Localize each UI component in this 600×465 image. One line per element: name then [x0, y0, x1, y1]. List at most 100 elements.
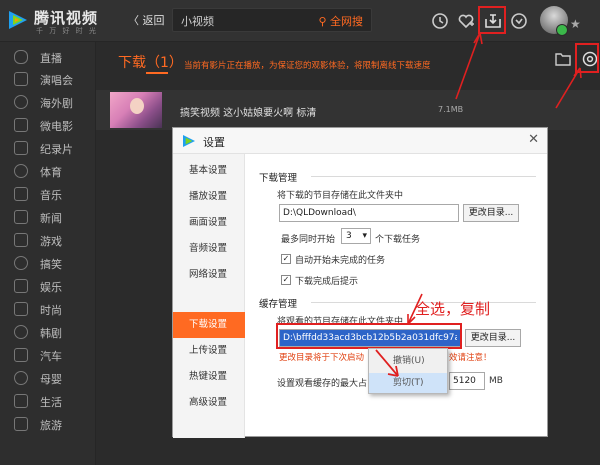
news-icon: [14, 210, 28, 224]
app-logo[interactable]: 腾讯视频 千 万 好 时 光: [6, 6, 98, 36]
sidebar-item-label: 游戏: [40, 235, 62, 248]
download-section-title: 下载管理: [259, 173, 298, 184]
sidebar-item-label: 韩剧: [40, 327, 62, 340]
tab-download[interactable]: 下载设置: [173, 312, 245, 338]
sidebar-item-concert[interactable]: 演唱会: [0, 68, 96, 90]
car-icon: [14, 348, 28, 362]
search-button[interactable]: ⚲ 全网搜: [318, 13, 363, 29]
settings-nav: 基本设置 播放设置 画面设置 音频设置 网络设置 下载设置 上传设置 热键设置 …: [173, 154, 245, 438]
cache-warning-right: 效请注意！: [449, 353, 492, 363]
sidebar-item-label: 母婴: [40, 373, 62, 386]
sidebar-item-games[interactable]: 游戏: [0, 229, 96, 251]
sidebar-item-sports[interactable]: 体育: [0, 160, 96, 182]
tab-hotkeys[interactable]: 热键设置: [173, 364, 245, 390]
sidebar-item-funny[interactable]: 搞笑: [0, 252, 96, 274]
download-item-name: 搞笑视频 这小姑娘要火啊 标清: [180, 108, 317, 119]
korea-icon: [14, 325, 28, 339]
download-item-row[interactable]: 搞笑视频 这小姑娘要火啊 标清 7.1MB: [96, 90, 600, 130]
top-bar: 腾讯视频 千 万 好 时 光 〈 返回 ⚲ 全网搜 ★: [0, 0, 600, 42]
globe-icon: [14, 95, 28, 109]
tencent-video-logo-icon: [183, 135, 195, 147]
auto-start-checkbox[interactable]: ✓: [281, 254, 291, 264]
download-notice: 当前有影片正在播放，为保证您的观影体验，将限制离线下载速度: [184, 61, 431, 71]
annotation-arrow-settings: [555, 67, 582, 109]
check-icon[interactable]: [509, 11, 529, 31]
download-folder-label: 将下载的节目存储在此文件夹中: [277, 191, 404, 201]
concurrent-prefix-label: 最多同时开始: [281, 235, 336, 245]
sidebar-item-label: 音乐: [40, 189, 62, 202]
sidebar-item-label: 旅游: [40, 419, 62, 432]
cache-max-label: 设置观看缓存的最大占: [277, 379, 368, 389]
sidebar-item-label: 汽车: [40, 350, 62, 363]
sidebar-item-documentary[interactable]: 纪录片: [0, 137, 96, 159]
search-button-label: 全网搜: [330, 15, 363, 28]
cache-warning-left: 更改目录将于下次启动: [279, 353, 365, 363]
sidebar-item-fashion[interactable]: 时尚: [0, 298, 96, 320]
baby-icon: [14, 371, 28, 385]
download-title: 下载（1）: [118, 55, 183, 71]
sidebar-item-label: 演唱会: [40, 74, 73, 87]
dialog-header: 设置 ✕: [173, 128, 547, 154]
sidebar-item-label: 微电影: [40, 120, 73, 133]
tab-playback[interactable]: 播放设置: [173, 184, 245, 210]
sidebar-item-micro-film[interactable]: 微电影: [0, 114, 96, 136]
search-box: ⚲ 全网搜: [172, 8, 372, 32]
tab-advanced[interactable]: 高级设置: [173, 390, 245, 416]
sidebar-item-label: 搞笑: [40, 258, 62, 271]
sidebar-item-korean-drama[interactable]: 韩剧: [0, 321, 96, 343]
search-input[interactable]: [181, 13, 301, 29]
tencent-video-logo-icon: [9, 11, 27, 29]
sidebar-item-overseas[interactable]: 海外剧: [0, 91, 96, 113]
logo-text: 腾讯视频: [34, 9, 99, 27]
wechat-icon: [556, 24, 568, 36]
section-divider: [311, 176, 536, 177]
concurrent-tasks-select[interactable]: 3 ▾: [341, 228, 371, 244]
sidebar-item-life[interactable]: 生活: [0, 390, 96, 412]
history-icon[interactable]: [430, 11, 450, 31]
sidebar-item-entertainment[interactable]: 娱乐: [0, 275, 96, 297]
title-underline: [146, 72, 168, 74]
category-sidebar: 直播 演唱会 海外剧 微电影 纪录片 体育 音乐 新闻 游戏 搞笑 娱乐 时尚 …: [0, 42, 96, 465]
star-icon[interactable]: ★: [570, 17, 581, 31]
sidebar-item-cars[interactable]: 汽车: [0, 344, 96, 366]
mic-icon: [14, 50, 28, 64]
sidebar-item-news[interactable]: 新闻: [0, 206, 96, 228]
finish-tip-label: 下载完成后提示: [295, 277, 359, 287]
sidebar-item-baby[interactable]: 母婴: [0, 367, 96, 389]
cache-max-input[interactable]: [449, 372, 485, 390]
tab-basic[interactable]: 基本设置: [173, 158, 245, 184]
music-icon: [14, 187, 28, 201]
concert-icon: [14, 72, 28, 86]
download-change-dir-button[interactable]: 更改目录...: [463, 204, 519, 222]
dialog-title: 设置: [203, 136, 225, 149]
download-item-size: 7.1MB: [438, 105, 464, 114]
finish-tip-checkbox[interactable]: ✓: [281, 275, 291, 285]
video-thumbnail: [110, 92, 162, 128]
sidebar-item-label: 纪录片: [40, 143, 73, 156]
ball-icon: [14, 164, 28, 178]
back-button[interactable]: 〈 返回: [128, 12, 165, 28]
concurrent-suffix-label: 个下载任务: [375, 235, 421, 245]
tab-display[interactable]: 画面设置: [173, 210, 245, 236]
close-icon[interactable]: ✕: [528, 132, 539, 147]
settings-body: 下载管理 将下载的节目存储在此文件夹中 更改目录... 最多同时开始 3▾ 个下…: [245, 154, 547, 438]
concurrent-tasks-value: 3: [346, 231, 352, 241]
cache-change-dir-button[interactable]: 更改目录...: [465, 329, 521, 347]
tab-network[interactable]: 网络设置: [173, 262, 245, 288]
sidebar-item-label: 海外剧: [40, 97, 73, 110]
annotation-arrow-download: [455, 32, 483, 100]
sidebar-item-label: 娱乐: [40, 281, 62, 294]
star-icon: [14, 279, 28, 293]
sidebar-item-live[interactable]: 直播: [0, 46, 96, 68]
tab-audio[interactable]: 音频设置: [173, 236, 245, 262]
settings-dialog: 设置 ✕ 基本设置 播放设置 画面设置 音频设置 网络设置 下载设置 上传设置 …: [172, 127, 548, 438]
smile-icon: [14, 256, 28, 270]
sidebar-item-label: 新闻: [40, 212, 62, 225]
sidebar-item-label: 生活: [40, 396, 62, 409]
download-path-input[interactable]: [279, 204, 459, 222]
search-icon: ⚲: [318, 15, 330, 28]
sidebar-item-music[interactable]: 音乐: [0, 183, 96, 205]
sidebar-item-travel[interactable]: 旅游: [0, 413, 96, 435]
cache-section-title: 缓存管理: [259, 299, 298, 310]
tab-upload[interactable]: 上传设置: [173, 338, 245, 364]
